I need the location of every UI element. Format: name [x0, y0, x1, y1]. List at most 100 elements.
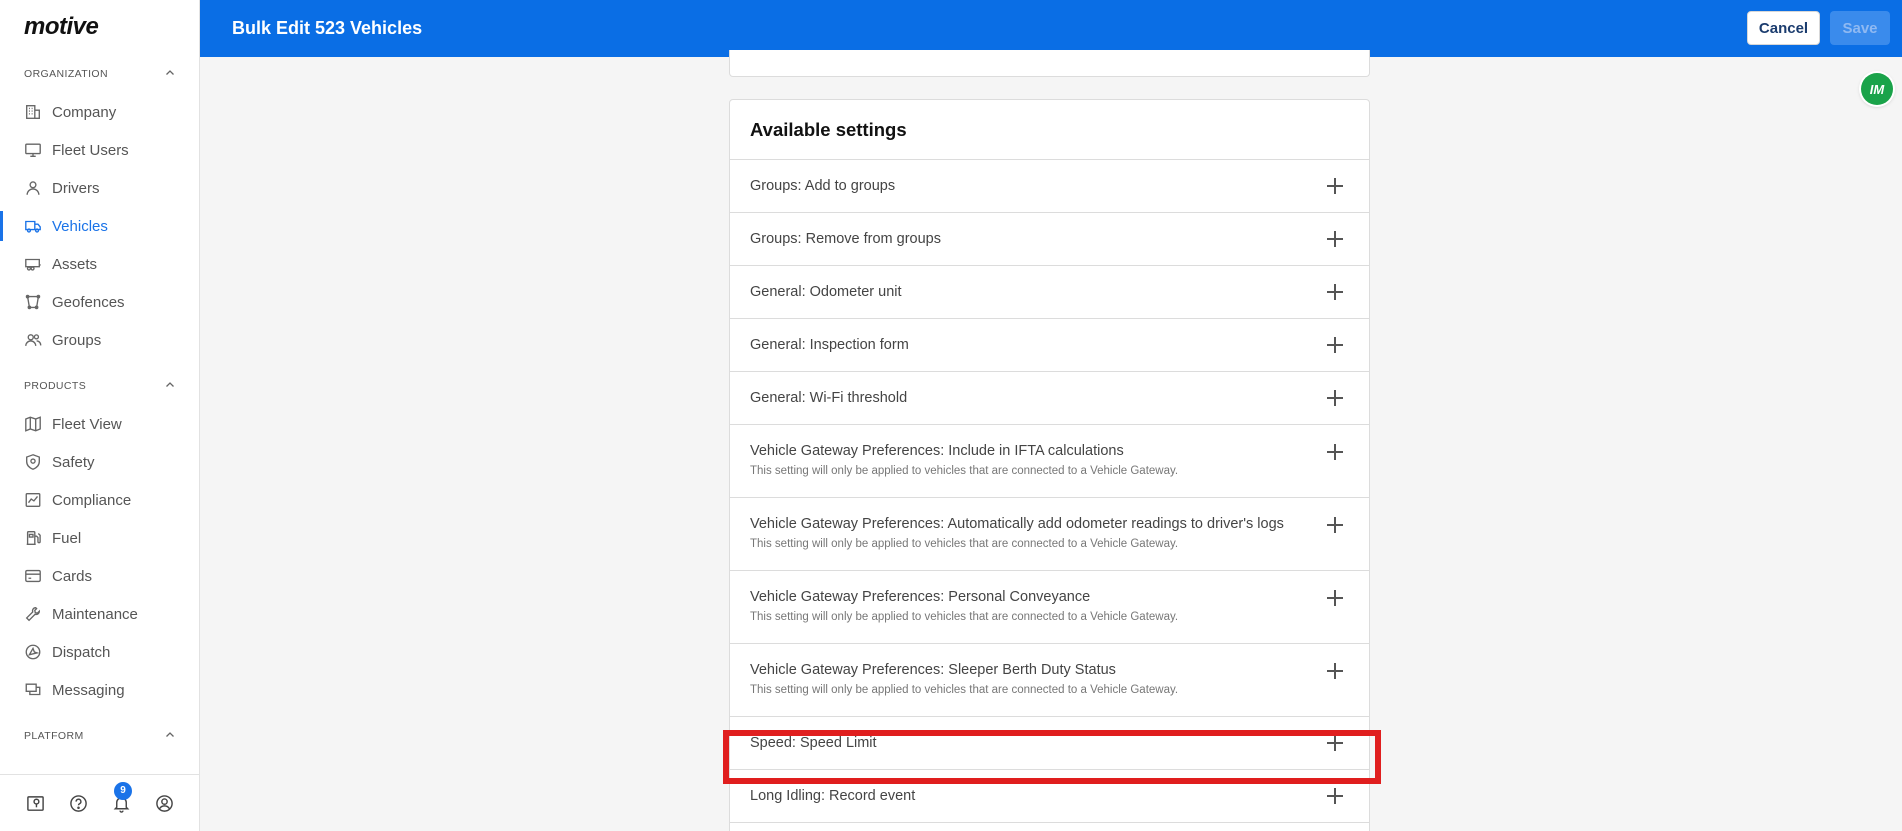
sidebar-item-label: Fleet Users	[52, 141, 129, 159]
sidebar-item-dispatch[interactable]: Dispatch	[0, 633, 199, 671]
sidebar-item-fleet-view[interactable]: Fleet View	[0, 405, 199, 443]
sidebar-item-compliance[interactable]: Compliance	[0, 481, 199, 519]
plus-icon[interactable]	[1327, 788, 1343, 804]
setting-description: This setting will only be applied to veh…	[750, 684, 1179, 696]
setting-row[interactable]: Groups: Remove from groups	[730, 213, 1369, 266]
setting-row[interactable]: Vehicle Gateway Preferences: Automatical…	[730, 498, 1369, 571]
sidebar-item-company[interactable]: Company	[0, 93, 199, 131]
sidebar-item-vehicles[interactable]: Vehicles	[0, 207, 199, 245]
sidebar-item-label: Safety	[52, 453, 95, 471]
setting-label: Speed: Speed Limit	[750, 735, 877, 751]
sidebar-section-title: PRODUCTS	[24, 380, 87, 392]
account-icon[interactable]	[155, 794, 174, 813]
sidebar-item-label: Company	[52, 103, 117, 121]
user-icon	[24, 179, 42, 197]
setting-row[interactable]: Speed: Speed Limit	[730, 717, 1369, 770]
setting-label: Long Idling: Record event	[750, 788, 916, 804]
save-button[interactable]: Save	[1830, 11, 1890, 45]
sidebar-item-drivers[interactable]: Drivers	[0, 169, 199, 207]
setting-row[interactable]: Vehicle Gateway Preferences: Personal Co…	[730, 571, 1369, 644]
plus-icon[interactable]	[1327, 390, 1343, 406]
monitor-icon	[24, 141, 42, 159]
setting-description: This setting will only be applied to veh…	[750, 465, 1179, 477]
map-pin-icon[interactable]	[26, 794, 45, 813]
help-icon[interactable]	[69, 794, 88, 813]
setting-row[interactable]: Vehicle Gateway Preferences: Sleeper Ber…	[730, 644, 1369, 717]
sidebar-item-groups[interactable]: Groups	[0, 321, 199, 359]
setting-description: This setting will only be applied to veh…	[750, 611, 1179, 623]
sidebar-item-label: Fleet View	[52, 415, 122, 433]
sidebar-item-fleet-users[interactable]: Fleet Users	[0, 131, 199, 169]
sidebar-item-messaging[interactable]: Messaging	[0, 671, 199, 709]
setting-label: Groups: Add to groups	[750, 178, 896, 194]
setting-row[interactable]: Groups: Add to groups	[730, 160, 1369, 213]
sidebar-section-title: PLATFORM	[24, 730, 84, 742]
sidebar-section-header[interactable]: PLATFORM	[0, 717, 199, 755]
setting-row[interactable]: General: Odometer unit	[730, 266, 1369, 319]
setting-label: General: Odometer unit	[750, 284, 902, 300]
chevron-up-icon[interactable]	[165, 380, 175, 393]
sidebar-item-geofences[interactable]: Geofences	[0, 283, 199, 321]
chart-icon	[24, 491, 42, 509]
chevron-up-icon[interactable]	[165, 730, 175, 743]
sidebar-nav[interactable]: ORGANIZATION Company Fleet Users Drivers Veh…	[0, 55, 199, 755]
sidebar-section-header[interactable]: PRODUCTS	[0, 367, 199, 405]
sidebar-item-assets[interactable]: Assets	[0, 245, 199, 283]
setting-label: Vehicle Gateway Preferences: Include in …	[750, 443, 1124, 459]
plus-icon[interactable]	[1327, 284, 1343, 300]
plus-icon[interactable]	[1327, 337, 1343, 353]
card-title: Available settings	[730, 100, 1369, 160]
trailer-icon	[24, 255, 42, 273]
previous-card	[729, 50, 1370, 77]
sidebar: motive ORGANIZATION Company Fleet Users Dri…	[0, 0, 200, 831]
sidebar-item-cards[interactable]: Cards	[0, 557, 199, 595]
sidebar-item-label: Groups	[52, 331, 102, 349]
setting-label: Vehicle Gateway Preferences: Personal Co…	[750, 589, 1091, 605]
cancel-button[interactable]: Cancel	[1747, 11, 1820, 45]
setting-row[interactable]: General: Wi-Fi threshold	[730, 372, 1369, 425]
available-settings-card: Available settings Groups: Add to groups…	[729, 99, 1370, 831]
sidebar-section-header[interactable]: ORGANIZATION	[0, 55, 199, 93]
sidebar-item-label: Dispatch	[52, 643, 111, 661]
plus-icon[interactable]	[1327, 444, 1343, 460]
sidebar-item-safety[interactable]: Safety	[0, 443, 199, 481]
chevron-up-icon[interactable]	[165, 68, 175, 81]
fuel-icon	[24, 529, 42, 547]
sidebar-item-maintenance[interactable]: Maintenance	[0, 595, 199, 633]
plus-icon[interactable]	[1327, 178, 1343, 194]
sidebar-item-fuel[interactable]: Fuel	[0, 519, 199, 557]
plus-icon[interactable]	[1327, 735, 1343, 751]
setting-row[interactable]: Vehicle Gateway Preferences: Include in …	[730, 425, 1369, 498]
bell-icon[interactable]: 9	[112, 781, 132, 813]
message-icon	[24, 681, 42, 699]
sidebar-item-label: Maintenance	[52, 605, 138, 623]
setting-row[interactable]: Long Idling: Record event	[730, 770, 1369, 823]
map-icon	[24, 415, 42, 433]
sidebar-item-label: Messaging	[52, 681, 125, 699]
plus-icon[interactable]	[1327, 231, 1343, 247]
sidebar-item-label: Cards	[52, 567, 93, 585]
motive-logo[interactable]: motive	[24, 13, 99, 41]
setting-label: General: Inspection form	[750, 337, 909, 353]
dispatch-icon	[24, 643, 42, 661]
extension-icon[interactable]: IM	[1861, 73, 1893, 105]
wrench-icon	[24, 605, 42, 623]
setting-label: General: Wi-Fi threshold	[750, 390, 908, 406]
plus-icon[interactable]	[1327, 590, 1343, 606]
top-bar: Bulk Edit 523 Vehicles Cancel Save	[200, 0, 1902, 57]
plus-icon[interactable]	[1327, 663, 1343, 679]
setting-label: Vehicle Gateway Preferences: Automatical…	[750, 516, 1284, 532]
page-title: Bulk Edit 523 Vehicles	[232, 18, 423, 38]
sidebar-item-label: Drivers	[52, 179, 100, 197]
plus-icon[interactable]	[1327, 517, 1343, 533]
sidebar-footer: 9	[0, 774, 199, 831]
sidebar-item-label: Vehicles	[52, 217, 108, 235]
truck-icon	[24, 217, 42, 235]
setting-row[interactable]: General: Inspection form	[730, 319, 1369, 372]
settings-list: Groups: Add to groups Groups: Remove from…	[730, 160, 1369, 823]
sidebar-item-label: Compliance	[52, 491, 132, 509]
card-icon	[24, 567, 42, 585]
setting-label: Groups: Remove from groups	[750, 231, 941, 247]
sidebar-item-label: Geofences	[52, 293, 125, 311]
geofence-icon	[24, 293, 42, 311]
